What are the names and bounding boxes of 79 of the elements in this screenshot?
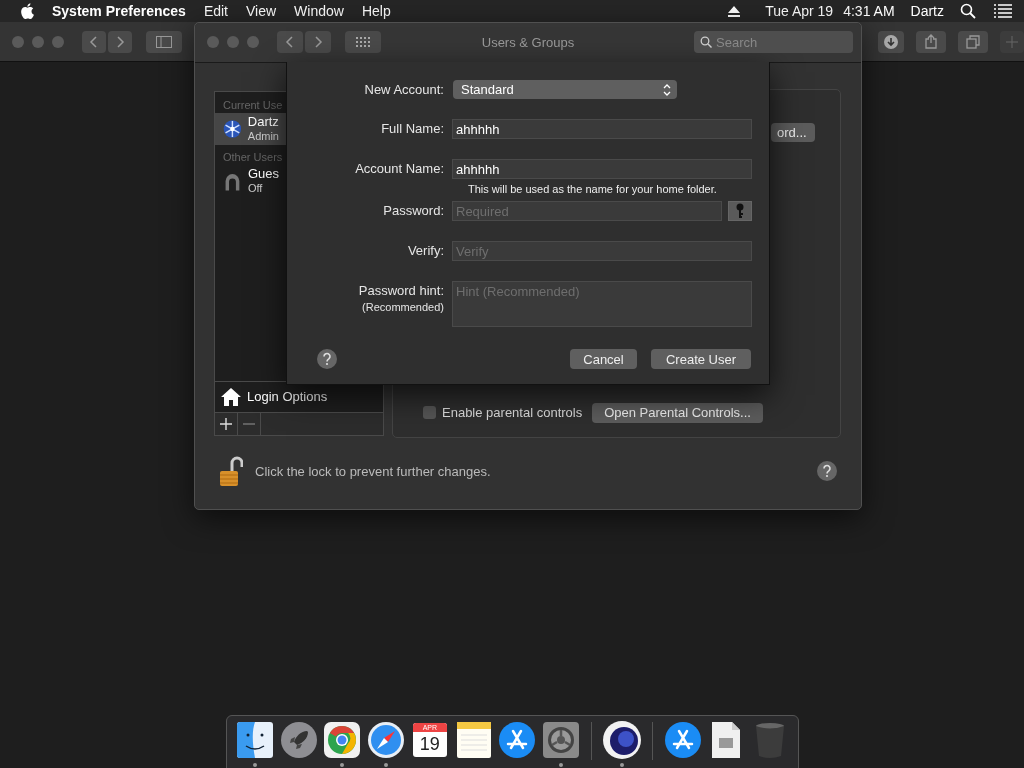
help-icon[interactable] (317, 349, 337, 369)
sphere-icon[interactable] (601, 720, 642, 760)
sidebar-button[interactable] (146, 30, 182, 53)
tabs-icon (966, 34, 980, 49)
house-icon (221, 386, 241, 407)
user-menu[interactable]: Dartz (910, 3, 944, 19)
up-down-arrows-icon (663, 83, 671, 96)
app-store-icon[interactable] (499, 722, 536, 758)
menu-item[interactable]: Help (361, 3, 391, 19)
password-button[interactable]: ord... (771, 122, 815, 142)
cancel-button[interactable]: Cancel (570, 349, 637, 369)
user-row[interactable]: Gues Off (215, 164, 287, 197)
app-store-icon[interactable] (664, 722, 701, 758)
field-note: This will be used as the name for your home folder. (468, 183, 718, 195)
tabs-button[interactable] (958, 30, 988, 53)
user-row[interactable]: Dartz Admin (215, 112, 287, 145)
share-icon (925, 34, 937, 49)
help-icon[interactable] (817, 461, 837, 482)
search-field[interactable]: Search (694, 31, 853, 54)
field-label: Full Name: (381, 121, 444, 136)
menu-item[interactable]: View (246, 3, 277, 19)
input-field[interactable]: ahhhhh (452, 159, 752, 179)
rocket-icon[interactable] (280, 722, 317, 758)
checkbox-label: Enable parental controls (442, 405, 583, 421)
section-header: Current Use (222, 97, 284, 113)
search-icon[interactable] (960, 3, 976, 19)
field-label: Password hint: (358, 283, 444, 298)
open-parental-controls-button[interactable]: Open Parental Controls... (592, 402, 763, 423)
back-button[interactable] (277, 31, 303, 54)
menubar-time[interactable]: 4:31 AM (843, 3, 895, 19)
show-all-button[interactable] (345, 31, 381, 54)
account-type-popup[interactable]: Standard (453, 80, 677, 99)
menubar-date[interactable]: Tue Apr 19 (765, 3, 834, 19)
back-button[interactable] (82, 30, 106, 53)
notepad-icon[interactable] (456, 722, 491, 758)
list-icon[interactable] (994, 4, 1012, 18)
field-label: New Account: (364, 82, 444, 97)
document-icon[interactable] (712, 722, 741, 758)
sidebar-icon (156, 35, 172, 48)
menu-item[interactable]: Window (294, 3, 344, 19)
lock-message: Click the lock to prevent further changes. (255, 463, 492, 479)
download-icon (884, 34, 898, 49)
chevron-right-icon (115, 34, 125, 49)
field-sublabel: (Recommended) (362, 301, 444, 313)
user-role: Admin (247, 128, 279, 143)
eject-icon[interactable] (727, 5, 742, 17)
chevron-left-icon (285, 35, 295, 50)
app-menu[interactable]: System Preferences (52, 3, 186, 19)
trash-icon[interactable] (755, 722, 786, 758)
forward-button[interactable] (108, 30, 132, 53)
user-name: Gues (247, 166, 279, 181)
padlock-icon[interactable] (219, 455, 243, 488)
download-button[interactable] (878, 30, 904, 53)
user-name: Dartz (247, 114, 279, 129)
field-label: Account Name: (355, 161, 444, 176)
forward-button[interactable] (305, 31, 331, 54)
chevron-left-icon (89, 34, 99, 49)
menu-item[interactable]: Edit (203, 3, 228, 19)
section-header: Other Users (222, 149, 284, 165)
calendar-day: 19 (419, 732, 440, 756)
chevron-right-icon (313, 35, 323, 50)
finder-icon[interactable] (236, 722, 273, 758)
window-title: Users & Groups (481, 35, 575, 50)
field-label: Password: (383, 203, 444, 218)
share-button[interactable] (916, 30, 946, 53)
grid-icon (356, 37, 370, 48)
password-assistant-button[interactable] (728, 201, 752, 221)
gear-icon[interactable] (543, 722, 580, 758)
key-icon (736, 203, 744, 219)
chrome-icon[interactable] (324, 722, 361, 758)
apple-icon[interactable] (20, 3, 34, 19)
user-role: Off (247, 180, 264, 195)
plus-icon (1006, 35, 1018, 48)
field-label: Verify: (407, 243, 444, 258)
create-user-button[interactable]: Create User (651, 349, 751, 369)
plus-icon (220, 417, 232, 430)
checkbox[interactable] (423, 406, 436, 420)
compass-icon[interactable] (368, 722, 405, 758)
input-field[interactable]: ahhhhh (452, 119, 752, 139)
